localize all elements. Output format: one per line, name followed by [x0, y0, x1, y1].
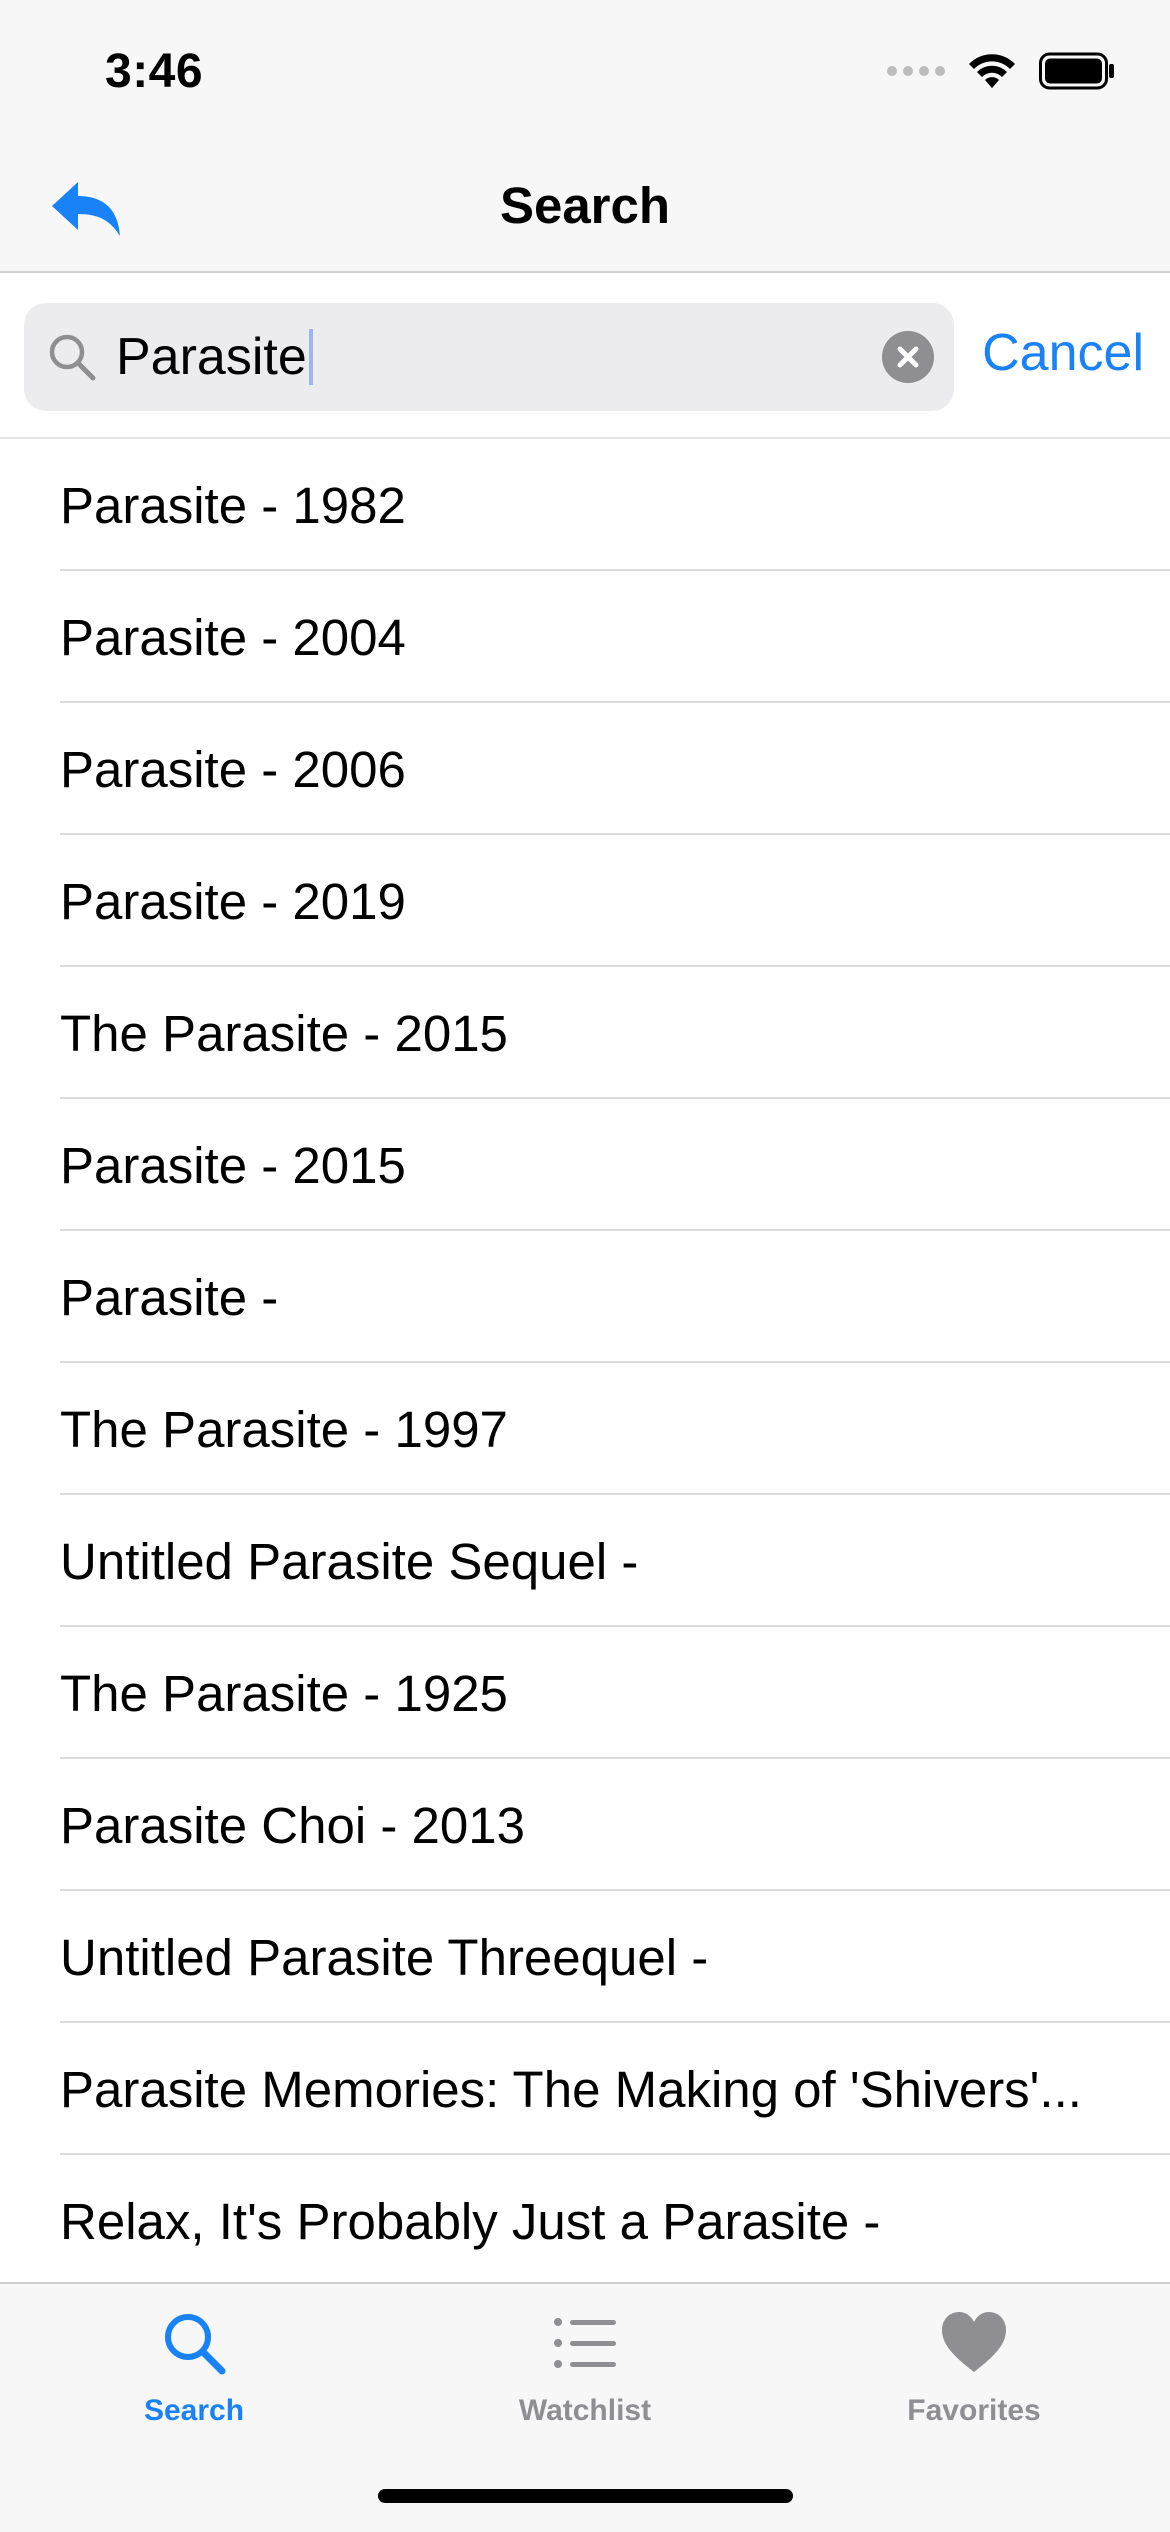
list-item[interactable]: Relax, It's Probably Just a Parasite -	[0, 2155, 1170, 2287]
list-item[interactable]: The Parasite - 1925	[0, 1627, 1170, 1759]
search-results-list: Parasite - 1982 Parasite - 2004 Parasite…	[0, 439, 1170, 2287]
result-title: Parasite - 2019	[60, 873, 406, 930]
search-icon	[165, 2314, 226, 2375]
list-item[interactable]: Parasite -	[0, 1231, 1170, 1363]
search-query-text[interactable]: Parasite	[116, 327, 313, 387]
status-icons	[887, 52, 1115, 90]
tab-watchlist[interactable]: Watchlist	[465, 2308, 705, 2438]
list-item[interactable]: Untitled Parasite Threequel -	[0, 1891, 1170, 2023]
clear-text-icon[interactable]	[882, 331, 934, 383]
home-indicator[interactable]	[378, 2489, 793, 2503]
result-title: The Parasite - 1925	[60, 1665, 508, 1722]
list-item[interactable]: The Parasite - 1997	[0, 1363, 1170, 1495]
result-title: Parasite Memories: The Making of 'Shiver…	[60, 2061, 1082, 2118]
list-item[interactable]: Parasite - 2019	[0, 835, 1170, 967]
result-title: Parasite Choi - 2013	[60, 1797, 525, 1854]
list-item[interactable]: Parasite Memories: The Making of 'Shiver…	[0, 2023, 1170, 2155]
navigation-bar: Search	[0, 140, 1170, 273]
result-title: The Parasite - 1997	[60, 1401, 508, 1458]
result-title: Untitled Parasite Threequel -	[60, 1929, 709, 1986]
tab-label: Watchlist	[518, 2394, 652, 2427]
search-input[interactable]: Parasite	[24, 303, 954, 411]
list-item[interactable]: Parasite - 2004	[0, 571, 1170, 703]
result-title: Parasite - 2004	[60, 609, 406, 666]
result-title: Parasite -	[60, 1269, 279, 1326]
battery-icon	[1039, 52, 1114, 90]
result-title: Parasite - 2015	[60, 1137, 406, 1194]
tab-search[interactable]: Search	[74, 2308, 314, 2438]
list-item[interactable]: Parasite - 2015	[0, 1099, 1170, 1231]
list-item[interactable]: Parasite - 1982	[0, 439, 1170, 571]
search-query-value: Parasite	[116, 328, 307, 386]
search-icon	[49, 334, 96, 381]
list-icon	[554, 2318, 616, 2368]
heart-icon	[942, 2312, 1006, 2372]
wifi-icon	[969, 54, 1015, 88]
text-caret	[308, 329, 313, 385]
status-bar: 3:46	[0, 0, 1170, 140]
cancel-button[interactable]: Cancel	[982, 323, 1144, 383]
result-title: Parasite - 2006	[60, 741, 406, 798]
list-item[interactable]: Parasite Choi - 2013	[0, 1759, 1170, 1891]
result-title: Untitled Parasite Sequel -	[60, 1533, 639, 1590]
tab-label: Favorites	[907, 2394, 1041, 2427]
list-item[interactable]: The Parasite - 2015	[0, 967, 1170, 1099]
list-item[interactable]: Parasite - 2006	[0, 703, 1170, 835]
page-title: Search	[499, 177, 671, 234]
tab-favorites[interactable]: Favorites	[854, 2308, 1094, 2438]
search-bar: Parasite Cancel	[0, 273, 1170, 439]
status-time: 3:46	[105, 45, 204, 98]
cellular-signal-icon	[887, 66, 945, 76]
result-title: Parasite - 1982	[60, 477, 406, 534]
result-title: The Parasite - 2015	[60, 1005, 508, 1062]
result-title: Relax, It's Probably Just a Parasite -	[60, 2193, 881, 2250]
list-item[interactable]: Untitled Parasite Sequel -	[0, 1495, 1170, 1627]
tab-label: Search	[143, 2394, 245, 2427]
